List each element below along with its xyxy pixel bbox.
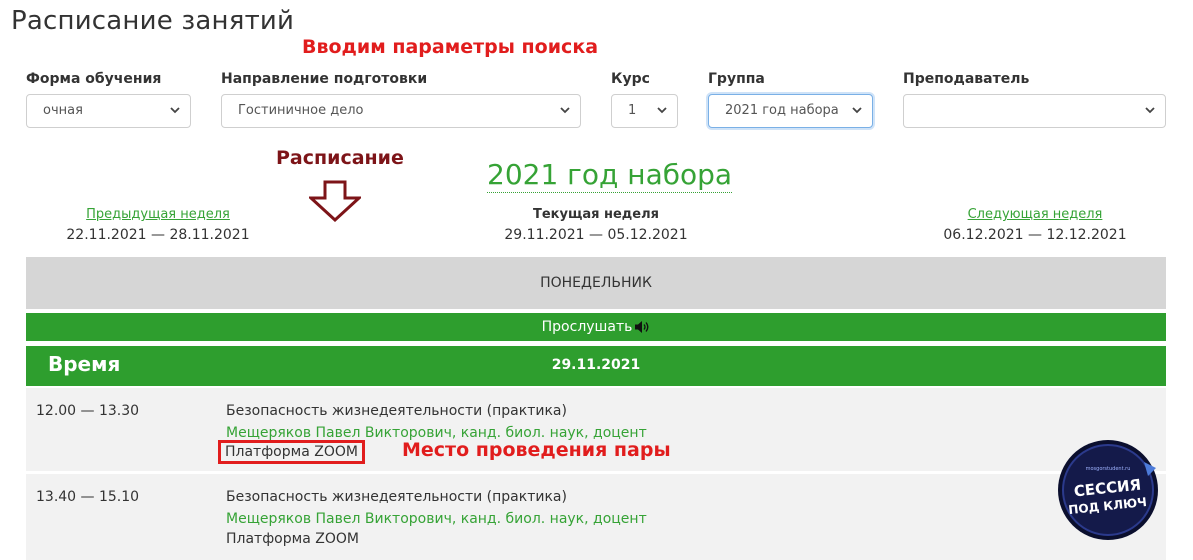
group-value: 2021 год набора — [725, 103, 839, 118]
day-header: ПОНЕДЕЛЬНИК — [26, 257, 1166, 309]
current-week-dates: 29.11.2021 — 05.12.2021 — [504, 227, 688, 243]
lesson-time: 13.40 — 15.10 — [36, 489, 140, 505]
current-week: Текущая неделя 29.11.2021 — 05.12.2021 — [498, 207, 694, 243]
date-column-header: 29.11.2021 — [551, 357, 641, 373]
study-form-select[interactable]: очная — [26, 94, 191, 128]
session-logo: mosgorstudent.ru СЕССИЯ ПОД КЛЮЧ — [1058, 440, 1158, 540]
group-heading: 2021 год набора — [487, 158, 733, 193]
annotation-schedule: Расписание — [276, 147, 404, 169]
current-week-label: Текущая неделя — [533, 207, 659, 222]
previous-week: Предыдущая неделя 22.11.2021 — 28.11.202… — [60, 207, 256, 243]
next-week-link[interactable]: Следующая неделя — [937, 207, 1133, 222]
course-select[interactable]: 1 — [611, 94, 678, 128]
previous-week-dates: 22.11.2021 — 28.11.2021 — [66, 227, 250, 243]
annotation-lesson-place: Место проведения пары — [402, 439, 671, 461]
lesson-teacher[interactable]: Мещеряков Павел Викторович, канд. биол. … — [226, 511, 647, 527]
lesson-place: Платформа ZOOM — [226, 531, 359, 547]
time-date-header: Время 29.11.2021 — [26, 346, 1166, 386]
study-form-value: очная — [43, 103, 83, 118]
listen-button[interactable]: Прослушать — [26, 313, 1166, 341]
chevron-down-icon — [1145, 107, 1155, 114]
filter-label-teacher: Преподаватель — [903, 71, 1030, 87]
group-select[interactable]: 2021 год набора — [708, 94, 873, 128]
next-week: Следующая неделя 06.12.2021 — 12.12.2021 — [937, 207, 1133, 243]
filter-label-group: Группа — [708, 71, 765, 87]
chevron-down-icon — [170, 107, 180, 114]
course-value: 1 — [628, 103, 637, 118]
lesson-subject: Безопасность жизнедеятельности (практика… — [226, 489, 567, 505]
direction-value: Гостиничное дело — [238, 103, 364, 118]
logo-site: mosgorstudent.ru — [1086, 466, 1131, 472]
lesson-place: Платформа ZOOM — [218, 440, 365, 464]
lesson-row: 13.40 — 15.10 Безопасность жизнедеятельн… — [26, 474, 1166, 560]
teacher-select[interactable] — [903, 94, 1166, 128]
previous-week-link[interactable]: Предыдущая неделя — [60, 207, 256, 222]
arrow-down-icon — [309, 180, 361, 222]
filter-label-course: Курс — [611, 71, 650, 87]
page-title: Расписание занятий — [11, 6, 295, 36]
lesson-subject: Безопасность жизнедеятельности (практика… — [226, 403, 567, 419]
filter-label-direction: Направление подготовки — [221, 71, 428, 87]
chevron-down-icon — [852, 107, 862, 114]
lesson-time: 12.00 — 13.30 — [36, 403, 140, 419]
annotation-search-params: Вводим параметры поиска — [302, 36, 599, 58]
chevron-down-icon — [560, 107, 570, 114]
listen-label: Прослушать — [541, 319, 633, 335]
speaker-icon — [635, 321, 649, 333]
filter-label-study-form: Форма обучения — [26, 71, 162, 87]
direction-select[interactable]: Гостиничное дело — [221, 94, 581, 128]
next-week-dates: 06.12.2021 — 12.12.2021 — [943, 227, 1127, 243]
chevron-down-icon — [657, 107, 667, 114]
